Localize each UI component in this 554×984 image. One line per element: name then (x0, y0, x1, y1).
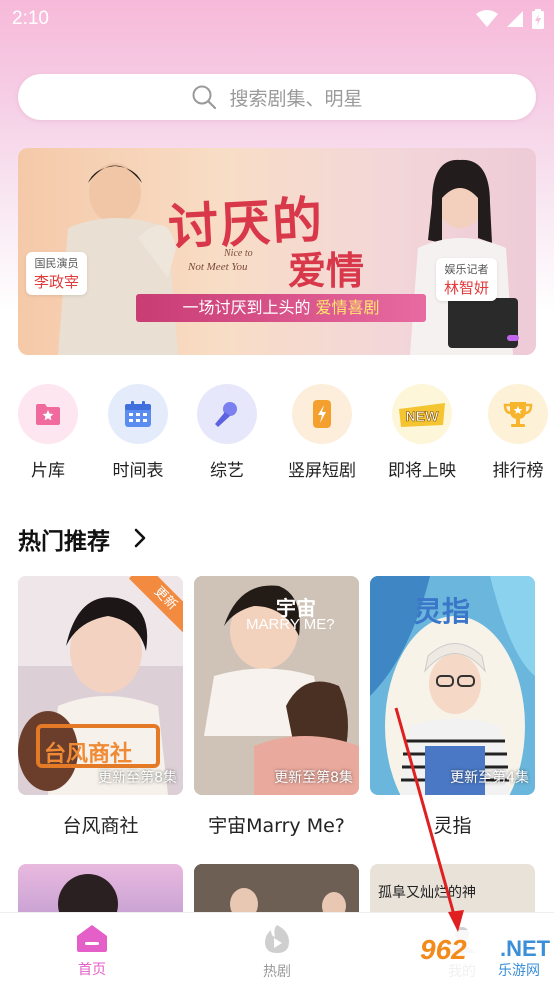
watermark-number: 962 (420, 934, 467, 965)
site-watermark: 962 .NET 乐游网 (414, 930, 552, 980)
drama-card[interactable]: 灵指 更新至第4集 灵指 (370, 576, 535, 838)
play-flame-icon (265, 925, 289, 953)
category-label: 综艺 (210, 461, 244, 481)
episode-status: 更新至第8集 (274, 770, 353, 786)
wifi-icon (476, 10, 498, 27)
drama-card[interactable]: 台风商社 更新 更新至第8集 台风商社 (18, 576, 183, 838)
tag-role: 国民演员 (34, 257, 79, 270)
home-icon (77, 925, 107, 952)
category-row: 片库 时间表 综艺 竖屏短剧 NEW 即将上映 排行榜 (0, 384, 554, 484)
poster-title: 台风商社 (44, 742, 133, 767)
drama-poster: 台风商社 更新 更新至第8集 (18, 576, 183, 795)
poster-title-en: MARRY ME? (246, 616, 335, 633)
watermark-suffix: .NET (500, 936, 551, 961)
search-bar[interactable]: 搜索剧集、明星 (18, 74, 536, 120)
banner-tag-right: 娱乐记者 林智妍 (436, 258, 498, 301)
nav-label: 热剧 (263, 964, 291, 980)
drama-card[interactable]: 宇宙 MARRY ME? 更新至第8集 宇宙Marry Me? (194, 576, 359, 838)
film-library-icon (18, 384, 78, 444)
category-label: 片库 (31, 461, 65, 481)
nav-label: 首页 (78, 962, 106, 978)
search-placeholder: 搜索剧集、明星 (229, 87, 363, 110)
episode-status: 更新至第4集 (450, 770, 529, 786)
watermark-site: 乐游网 (498, 963, 540, 979)
category-label: 时间表 (112, 461, 164, 481)
banner-title-line2: 爱情 (288, 248, 365, 293)
poster-title: 孤阜又灿烂的神 (378, 885, 476, 901)
promo-banner[interactable]: 讨厌的 Nice to Not Meet You 爱情 一场讨厌到上头的 爱情喜… (18, 148, 536, 355)
section-title: 热门推荐 (18, 529, 110, 555)
status-bar: 2:10 (0, 0, 554, 40)
status-icons (476, 9, 544, 29)
poster-title: 灵指 (414, 595, 471, 628)
tag-name: 林智妍 (444, 279, 490, 297)
drama-poster (58, 874, 118, 914)
banner-slogan-prefix: 一场讨厌到上头的 (182, 298, 316, 317)
svg-text:NEW: NEW (406, 408, 439, 424)
drama-poster: 宇宙 MARRY ME? 更新至第8集 (194, 576, 359, 795)
drama-title: 灵指 (433, 815, 472, 837)
tag-name: 李政宰 (34, 273, 80, 291)
tab-home[interactable]: 首页 (32, 923, 152, 979)
category-variety[interactable]: 综艺 (182, 384, 272, 481)
banner-tag-left: 国民演员 李政宰 (26, 252, 88, 295)
category-coming-soon[interactable]: NEW 即将上映 (377, 384, 467, 481)
tag-role: 娱乐记者 (444, 263, 489, 276)
carousel-indicator (507, 335, 519, 341)
banner-english-line2: Not Meet You (188, 261, 248, 273)
signal-icon (507, 11, 523, 27)
banner-english-line1: Nice to (224, 248, 253, 259)
banner-slogan-highlight: 爱情喜剧 (315, 298, 380, 317)
tab-hot-dramas[interactable]: 热剧 (217, 923, 337, 981)
drama-card[interactable] (18, 864, 183, 914)
chevron-right-icon[interactable] (132, 526, 148, 550)
category-label: 排行榜 (492, 461, 544, 481)
category-schedule[interactable]: 时间表 (93, 384, 183, 481)
drama-card[interactable]: 孤阜又灿烂的神 (370, 864, 535, 914)
status-time: 2:10 (12, 8, 49, 29)
drama-title: 宇宙Marry Me? (208, 815, 345, 837)
category-ranking[interactable]: 排行榜 (473, 384, 554, 481)
drama-card[interactable] (194, 864, 359, 914)
category-film-library[interactable]: 片库 (3, 384, 93, 481)
episode-status: 更新至第8集 (98, 770, 177, 786)
new-badge-icon: NEW (392, 384, 452, 444)
battery-icon (532, 9, 544, 29)
calendar-icon (108, 384, 168, 444)
lightning-phone-icon (292, 384, 352, 444)
category-label: 即将上映 (388, 461, 456, 481)
banner-slogan: 一场讨厌到上头的 爱情喜剧 (136, 294, 426, 322)
category-label: 竖屏短剧 (288, 461, 356, 481)
microphone-icon (197, 384, 257, 444)
drama-poster (194, 864, 359, 914)
trophy-icon (488, 384, 548, 444)
category-vertical-shorts[interactable]: 竖屏短剧 (277, 384, 367, 481)
drama-poster: 灵指 更新至第4集 (370, 576, 535, 795)
drama-title: 台风商社 (62, 815, 139, 837)
search-icon (192, 85, 217, 110)
